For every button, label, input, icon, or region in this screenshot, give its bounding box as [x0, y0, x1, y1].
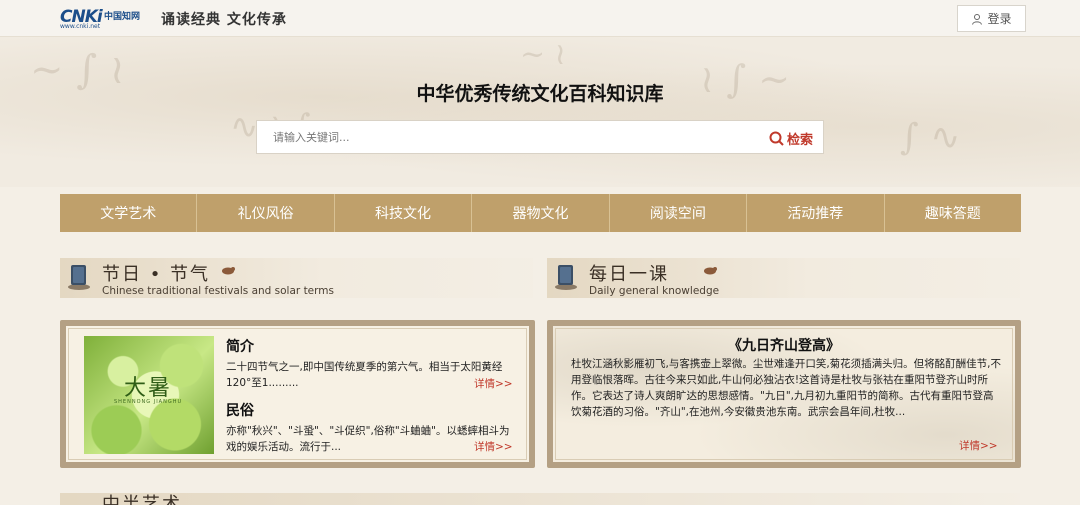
login-button[interactable]: 登录: [957, 5, 1026, 32]
poem-text: 杜牧江涵秋影雁初飞,与客携壶上翠微。尘世难逢开口笑,菊花须插满头归。但将酩酊酬佳…: [571, 358, 1002, 418]
nav-item-science-culture[interactable]: 科技文化: [335, 194, 473, 232]
search-button-label: 检索: [786, 132, 813, 148]
nav-item-etiquette-customs[interactable]: 礼仪风俗: [197, 194, 335, 232]
daily-more-link[interactable]: 详情>>: [959, 438, 998, 453]
daily-section-header: 每日一课 Daily general knowledge: [547, 258, 1020, 298]
slogan: 诵读经典 文化传承: [161, 12, 287, 28]
intro-text: 二十四节气之一,即中国传统夏季的第六气。相当于太阳黄经120°至1.......…: [226, 361, 503, 389]
next-section-header: 中半艺术: [60, 493, 1020, 505]
logo-url: www.cnki.net: [60, 23, 101, 30]
search-icon: [769, 131, 784, 146]
mouse-icon: [704, 267, 717, 275]
nav-item-quiz[interactable]: 趣味答题: [885, 194, 1021, 232]
page-title: 中华优秀传统文化百科知识库: [416, 83, 664, 105]
intro-heading: 简介: [226, 339, 254, 355]
solar-term-image-title: 大暑: [124, 376, 173, 401]
nav-item-artifact-culture[interactable]: 器物文化: [472, 194, 610, 232]
customs-more-link[interactable]: 详情>>: [474, 439, 513, 454]
festivals-section-header: 节日 • 节气 Chinese traditional festivals an…: [60, 258, 533, 298]
calligraphy-decoration: ∫ ∿: [900, 117, 961, 158]
calligraphy-decoration: ~ ≀: [520, 37, 566, 72]
daily-card: 《九日齐山登高》 杜牧江涵秋影雁初飞,与客携壶上翠微。尘世难逢开口笑,菊花须插满…: [547, 320, 1021, 468]
next-section-title: 中半艺术: [102, 494, 182, 505]
festivals-title: 节日 • 节气: [102, 264, 211, 285]
solar-term-image-caption: SHENNONG JIANGHU: [114, 399, 183, 405]
top-bar: CNKi 中国知网 www.cnki.net 诵读经典 文化传承 登录: [0, 0, 1080, 37]
login-label: 登录: [987, 12, 1012, 26]
festivals-subtitle: Chinese traditional festivals and solar …: [102, 285, 334, 297]
book-icon: [555, 265, 577, 290]
search-input[interactable]: [273, 121, 743, 153]
daily-title: 每日一课: [589, 264, 669, 285]
main-nav: 文学艺术 礼仪风俗 科技文化 器物文化 阅读空间 活动推荐 趣味答题: [60, 194, 1021, 232]
nav-item-literature-art[interactable]: 文学艺术: [60, 194, 198, 232]
customs-heading: 民俗: [226, 403, 254, 419]
book-icon: [68, 265, 90, 290]
customs-text: 亦称"秋兴"、"斗蛩"、"斗促织",俗称"斗蛐蛐"。以蟋蟀相斗为戏的娱乐活动。流…: [226, 425, 510, 453]
search-bar: 检索: [256, 120, 824, 154]
mouse-icon: [222, 267, 235, 275]
user-icon: [972, 13, 983, 25]
daily-subtitle: Daily general knowledge: [589, 285, 720, 297]
search-button[interactable]: 检索: [769, 128, 813, 148]
hero-banner: ~ ∫ ≀ ∿ ≀ ∫ ≀ ∫ ~ ∫ ∿ ~ ≀ 中华优秀传统文化百科知识库 …: [0, 37, 1080, 187]
logo-chinese-name: 中国知网: [104, 12, 141, 22]
poem-title[interactable]: 《九日齐山登高》: [553, 335, 1015, 355]
nav-item-reading-space[interactable]: 阅读空间: [610, 194, 748, 232]
nav-item-events[interactable]: 活动推荐: [747, 194, 885, 232]
solar-term-image[interactable]: 大暑 SHENNONG JIANGHU: [84, 336, 214, 454]
festival-card: 大暑 SHENNONG JIANGHU 简介 二十四节气之一,即中国传统夏季的第…: [60, 320, 535, 468]
cnki-logo[interactable]: CNKi 中国知网 www.cnki.net: [60, 7, 148, 31]
intro-more-link[interactable]: 详情>>: [474, 376, 513, 391]
